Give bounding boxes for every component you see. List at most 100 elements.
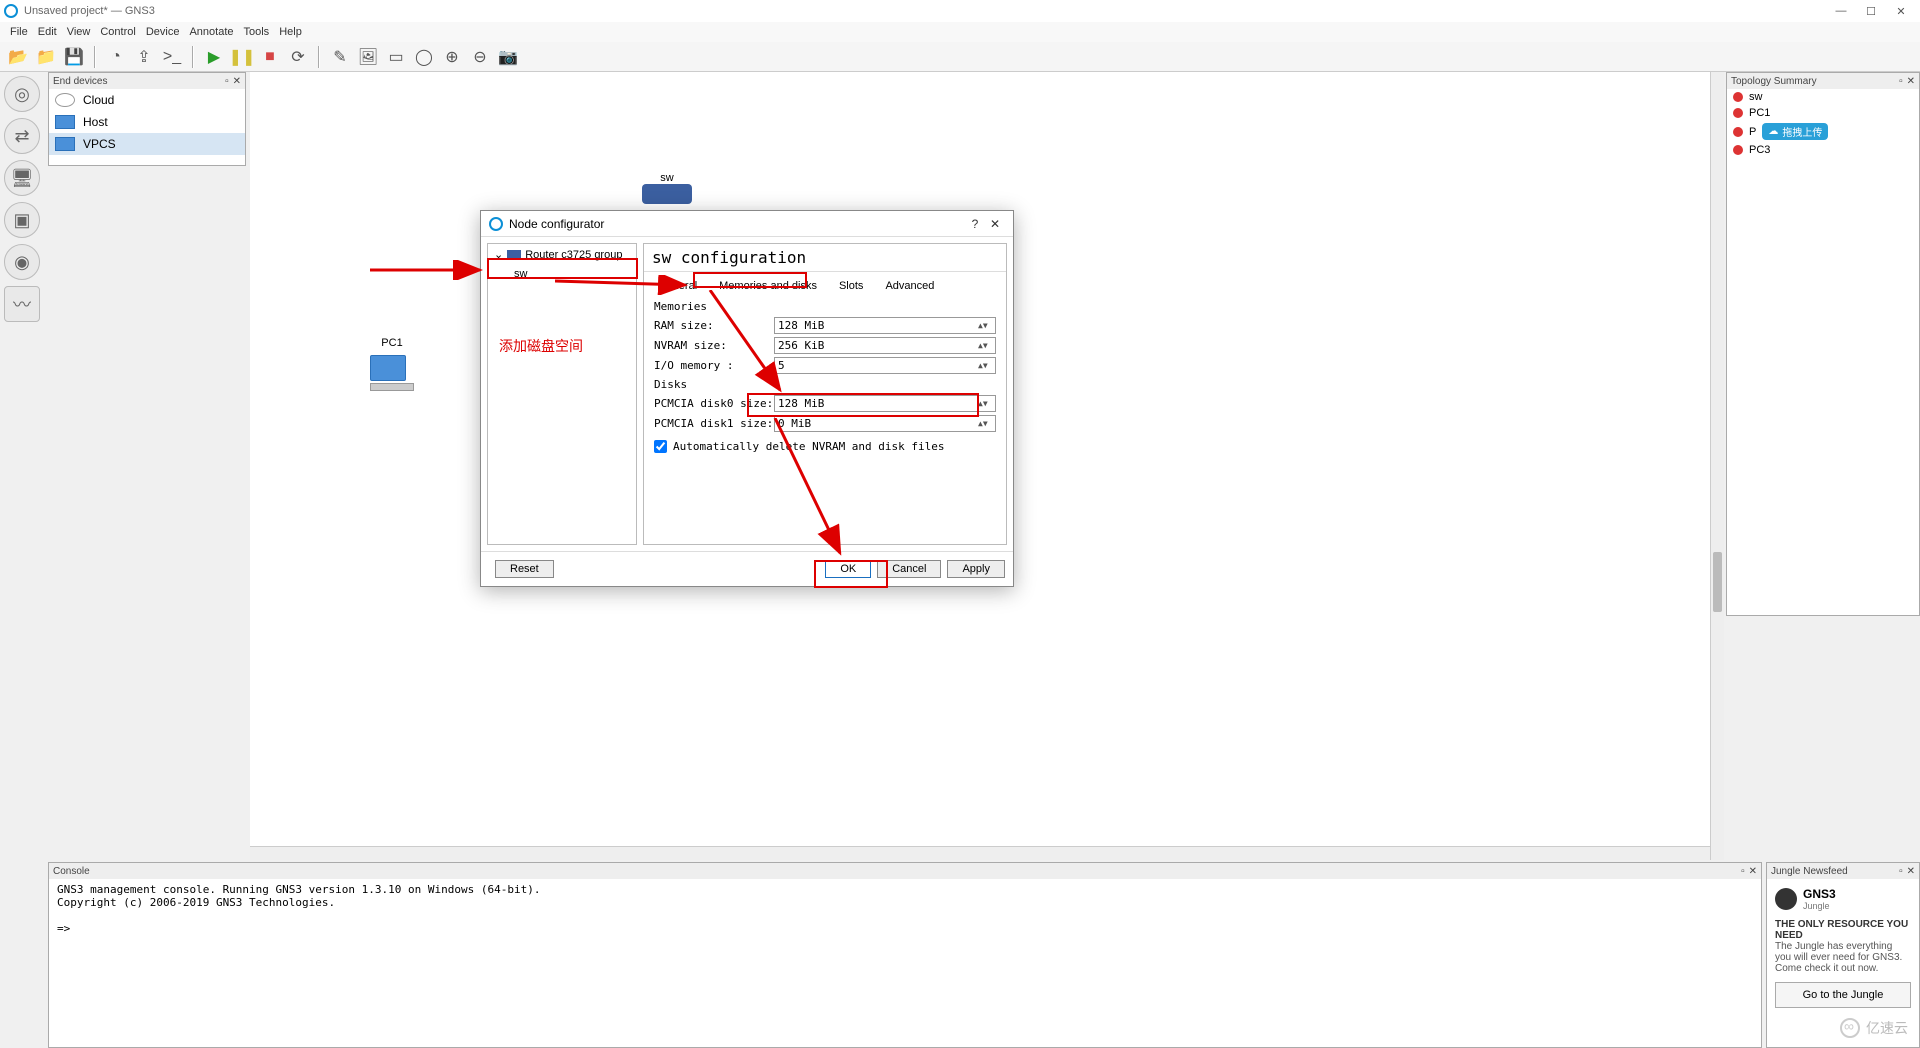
ram-size-input[interactable]: 128 MiB▲▼ <box>774 317 996 334</box>
maximize-button[interactable]: ☐ <box>1856 5 1886 18</box>
tab-advanced[interactable]: Advanced <box>879 278 940 294</box>
menu-edit[interactable]: Edit <box>38 26 57 38</box>
config-tabs: General Memories and disks Slots Advance… <box>644 272 1006 296</box>
export-icon[interactable]: ⇪ <box>132 45 156 69</box>
titlebar: Unsaved project* — GNS3 — ☐ ✕ <box>0 0 1920 22</box>
app-logo-icon <box>4 4 18 18</box>
console-panel: Console ▫✕ GNS3 management console. Runn… <box>48 862 1762 1048</box>
node-pc1-label: PC1 <box>370 337 414 349</box>
menu-device[interactable]: Device <box>146 26 180 38</box>
ellipse-icon[interactable]: ◯ <box>412 45 436 69</box>
topology-item[interactable]: sw <box>1727 89 1919 105</box>
node-sw-label: sw <box>642 172 692 184</box>
dialog-help-button[interactable]: ? <box>965 217 985 231</box>
canvas-scrollbar-h[interactable] <box>250 846 1710 860</box>
stop-icon[interactable]: ■ <box>258 45 282 69</box>
upload-tag[interactable]: ☁拖拽上传 <box>1762 123 1828 140</box>
canvas-scrollbar-v[interactable] <box>1710 72 1724 860</box>
dialog-logo-icon <box>489 217 503 231</box>
undock-icon[interactable]: ▫ <box>1741 866 1745 877</box>
clock-icon[interactable]: ◔ <box>104 45 128 69</box>
toolbar: 📂 📁 💾 ◔ ⇪ >_ ▶ ❚❚ ■ ⟳ ✎ 🖼 ▭ ◯ ⊕ ⊖ 📷 <box>0 42 1920 72</box>
save-icon[interactable]: 💾 <box>62 45 86 69</box>
menu-file[interactable]: File <box>10 26 28 38</box>
enddev-category-icon[interactable]: 🖥 <box>4 160 40 196</box>
menu-control[interactable]: Control <box>100 26 135 38</box>
cancel-button[interactable]: Cancel <box>877 560 941 578</box>
cloud-upload-icon: ☁ <box>1768 126 1778 137</box>
device-item-vpcs[interactable]: VPCS <box>49 133 245 155</box>
group-disks-label: Disks <box>654 378 996 391</box>
status-dot-icon <box>1733 92 1743 102</box>
link-tool-icon[interactable]: 〰 <box>4 286 40 322</box>
close-panel-icon[interactable]: ✕ <box>233 76 241 87</box>
node-pc1[interactable]: PC1 <box>370 337 414 391</box>
router-category-icon[interactable]: ◎ <box>4 76 40 112</box>
switch-category-icon[interactable]: ⇄ <box>4 118 40 154</box>
dialog-close-button[interactable]: ✕ <box>985 217 1005 231</box>
security-category-icon[interactable]: ▣ <box>4 202 40 238</box>
spinner-icon[interactable]: ▲▼ <box>978 324 992 328</box>
device-item-host[interactable]: Host <box>49 111 245 133</box>
image-icon[interactable]: 🖼 <box>356 45 380 69</box>
close-panel-icon[interactable]: ✕ <box>1907 76 1915 87</box>
vpcs-icon <box>55 137 75 151</box>
tab-memories-disks[interactable]: Memories and disks <box>713 278 823 294</box>
ok-button[interactable]: OK <box>825 560 871 578</box>
pcmcia-disk0-input[interactable]: 128 MiB▲▼ <box>774 395 996 412</box>
console-output[interactable]: GNS3 management console. Running GNS3 ve… <box>49 879 1761 939</box>
reset-button[interactable]: Reset <box>495 560 554 578</box>
node-sw[interactable]: sw <box>642 172 692 204</box>
topology-item[interactable]: PC1 <box>1727 105 1919 121</box>
nvram-size-input[interactable]: 256 KiB▲▼ <box>774 337 996 354</box>
menu-tools[interactable]: Tools <box>244 26 270 38</box>
gns3-logo-icon <box>1775 888 1797 910</box>
undock-icon[interactable]: ▫ <box>1899 76 1903 87</box>
zoom-out-icon[interactable]: ⊖ <box>468 45 492 69</box>
pcmcia-disk1-input[interactable]: 0 MiB▲▼ <box>774 415 996 432</box>
open-folder-icon[interactable]: 📁 <box>34 45 58 69</box>
screenshot-icon[interactable]: 📷 <box>496 45 520 69</box>
tab-slots[interactable]: Slots <box>833 278 869 294</box>
reload-icon[interactable]: ⟳ <box>286 45 310 69</box>
spinner-icon[interactable]: ▲▼ <box>978 402 992 406</box>
io-memory-input[interactable]: 5▲▼ <box>774 357 996 374</box>
close-panel-icon[interactable]: ✕ <box>1749 866 1757 877</box>
rect-icon[interactable]: ▭ <box>384 45 408 69</box>
dialog-tree[interactable]: ⌄ Router c3725 group sw <box>487 243 637 545</box>
spinner-icon[interactable]: ▲▼ <box>978 364 992 368</box>
pause-icon[interactable]: ❚❚ <box>230 45 254 69</box>
collapse-icon[interactable]: ⌄ <box>494 248 503 261</box>
topology-item[interactable]: P☁拖拽上传 <box>1727 121 1919 142</box>
config-title: sw configuration <box>644 244 1006 272</box>
apply-button[interactable]: Apply <box>947 560 1005 578</box>
undock-icon[interactable]: ▫ <box>225 76 229 87</box>
open-project-icon[interactable]: 📂 <box>6 45 30 69</box>
topology-item[interactable]: PC3 <box>1727 142 1919 158</box>
alldev-category-icon[interactable]: ◉ <box>4 244 40 280</box>
switch-icon <box>642 184 692 204</box>
zoom-in-icon[interactable]: ⊕ <box>440 45 464 69</box>
tree-child-sw[interactable]: sw <box>490 265 634 283</box>
undock-icon[interactable]: ▫ <box>1899 866 1903 877</box>
node-configurator-dialog: Node configurator ? ✕ ⌄ Router c3725 gro… <box>480 210 1014 587</box>
note-icon[interactable]: ✎ <box>328 45 352 69</box>
console-icon[interactable]: >_ <box>160 45 184 69</box>
topology-panel: Topology Summary ▫✕ sw PC1 P☁拖拽上传 PC3 <box>1726 72 1920 616</box>
tab-general[interactable]: General <box>652 278 703 294</box>
device-item-cloud[interactable]: Cloud <box>49 89 245 111</box>
spinner-icon[interactable]: ▲▼ <box>978 344 992 348</box>
menu-annotate[interactable]: Annotate <box>189 26 233 38</box>
auto-delete-checkbox[interactable] <box>654 440 667 453</box>
go-to-jungle-button[interactable]: Go to the Jungle <box>1775 982 1911 1008</box>
router-group-icon <box>507 250 521 260</box>
spinner-icon[interactable]: ▲▼ <box>978 422 992 426</box>
minimize-button[interactable]: — <box>1826 5 1856 17</box>
close-button[interactable]: ✕ <box>1886 5 1916 18</box>
close-panel-icon[interactable]: ✕ <box>1907 866 1915 877</box>
tree-root[interactable]: ⌄ Router c3725 group <box>488 244 636 265</box>
cloud-icon <box>55 93 75 107</box>
play-icon[interactable]: ▶ <box>202 45 226 69</box>
menu-view[interactable]: View <box>67 26 91 38</box>
menu-help[interactable]: Help <box>279 26 302 38</box>
